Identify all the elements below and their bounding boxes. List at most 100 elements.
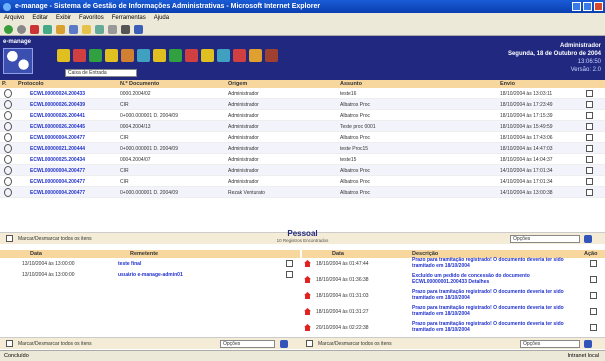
cell-protocolo[interactable]: ECWL00000024.200433: [30, 91, 85, 97]
row-checkbox[interactable]: [586, 101, 593, 108]
table-row[interactable]: ECWL00000024.200433 0000.2004/02 Adminis…: [0, 88, 605, 99]
cell-protocolo[interactable]: ECWL00000004.200477: [30, 190, 85, 196]
folder-select[interactable]: Caixa de Entrada: [65, 69, 137, 77]
row-checkbox[interactable]: [586, 167, 593, 174]
table-row[interactable]: ECWL00000004.200477 CIR Administrador Al…: [0, 165, 605, 176]
menu-item[interactable]: Arquivo: [4, 15, 24, 21]
table-row[interactable]: ECWL00000004.200477 CIR Administrador Al…: [0, 132, 605, 143]
history-icon[interactable]: [95, 24, 104, 34]
menu-item[interactable]: Editar: [32, 15, 48, 21]
options-select[interactable]: Opções: [520, 340, 580, 348]
module-icon[interactable]: [169, 49, 182, 62]
row-checkbox[interactable]: [586, 145, 593, 152]
list-item[interactable]: 18/10/2004 às 01:36:38 Excluído um pedid…: [302, 273, 605, 285]
options-select[interactable]: Opções: [220, 340, 275, 348]
close-icon[interactable]: [594, 2, 603, 11]
cell-protocolo[interactable]: ECWL00000004.200477: [30, 179, 85, 185]
table-row[interactable]: ECWL00000026.200439 CIR Administrador Al…: [0, 99, 605, 110]
search-icon[interactable]: [69, 24, 78, 34]
col-envio[interactable]: Envio: [500, 81, 515, 87]
col-assunto[interactable]: Assunto: [340, 81, 362, 87]
table-row[interactable]: ECWL00000025.200434 0004.2004/07 Adminis…: [0, 154, 605, 165]
module-icon[interactable]: [233, 49, 246, 62]
row-checkbox[interactable]: [590, 324, 597, 331]
print-icon[interactable]: [121, 24, 130, 34]
row-checkbox[interactable]: [586, 90, 593, 97]
row-checkbox[interactable]: [586, 156, 593, 163]
go-button[interactable]: [584, 340, 592, 348]
favorites-icon[interactable]: [82, 24, 91, 34]
cell-protocolo[interactable]: ECWL00000026.200445: [30, 124, 85, 130]
col-p[interactable]: P.: [2, 81, 7, 87]
edit-icon[interactable]: [134, 24, 143, 34]
item-description[interactable]: Prazo para tramitação registrado! O docu…: [412, 289, 572, 301]
module-icon[interactable]: [121, 49, 134, 62]
row-checkbox[interactable]: [586, 134, 593, 141]
refresh-icon[interactable]: [43, 24, 52, 34]
menu-item[interactable]: Exibir: [56, 15, 71, 21]
cell-protocolo[interactable]: ECWL00000025.200434: [30, 157, 85, 163]
table-row[interactable]: ECWL00000026.200445 0004.2004/13 Adminis…: [0, 121, 605, 132]
list-item[interactable]: 13/10/2004 às 13:00:00 usuário e-manage-…: [0, 269, 300, 280]
row-checkbox[interactable]: [586, 112, 593, 119]
mail-icon[interactable]: [108, 24, 117, 34]
menu-item[interactable]: Favoritos: [79, 15, 104, 21]
module-icon[interactable]: [249, 49, 262, 62]
table-row[interactable]: ECWL00000021.200444 0+000.000001 D. 2004…: [0, 143, 605, 154]
row-checkbox[interactable]: [590, 260, 597, 267]
row-checkbox[interactable]: [586, 178, 593, 185]
cell-protocolo[interactable]: ECWL00000026.200439: [30, 102, 85, 108]
row-checkbox[interactable]: [590, 276, 597, 283]
cell-protocolo[interactable]: ECWL00000004.200477: [30, 135, 85, 141]
home-icon[interactable]: [56, 24, 65, 34]
col-remetente[interactable]: Remetente: [130, 251, 158, 257]
list-item[interactable]: 18/10/2004 às 01:47:44 Prazo para tramit…: [302, 257, 605, 269]
module-icon[interactable]: [185, 49, 198, 62]
row-checkbox[interactable]: [586, 123, 593, 130]
module-icon[interactable]: [105, 49, 118, 62]
stop-icon[interactable]: [30, 24, 39, 34]
item-sender[interactable]: teste final: [118, 261, 141, 267]
module-icon[interactable]: [57, 49, 70, 62]
module-icon[interactable]: [153, 49, 166, 62]
module-icon[interactable]: [73, 49, 86, 62]
col-protocolo[interactable]: Protocolo: [18, 81, 44, 87]
row-checkbox[interactable]: [286, 271, 293, 278]
cell-protocolo[interactable]: ECWL00000004.200477: [30, 168, 85, 174]
item-description[interactable]: Prazo para tramitação registrado! O docu…: [412, 257, 572, 269]
maximize-icon[interactable]: [583, 2, 592, 11]
list-item[interactable]: 18/10/2004 às 01:31:03 Prazo para tramit…: [302, 289, 605, 301]
row-checkbox[interactable]: [586, 189, 593, 196]
module-icon[interactable]: [201, 49, 214, 62]
module-icon[interactable]: [89, 49, 102, 62]
item-sender[interactable]: usuário e-manage-admin01: [118, 272, 183, 278]
list-item[interactable]: 18/10/2004 às 01:31:27 Prazo para tramit…: [302, 305, 605, 317]
item-description[interactable]: Prazo para tramitação registrado! O docu…: [412, 321, 572, 333]
item-description[interactable]: Excluído um pedido de concessão do docum…: [412, 273, 572, 285]
menu-item[interactable]: Ferramentas: [112, 15, 146, 21]
col-acao[interactable]: Ação: [584, 251, 597, 257]
go-button[interactable]: [280, 340, 288, 348]
row-checkbox[interactable]: [286, 260, 293, 267]
cell-protocolo[interactable]: ECWL00000021.200444: [30, 146, 85, 152]
list-item[interactable]: 13/10/2004 às 13:00:00 teste final: [0, 258, 300, 269]
col-data[interactable]: Data: [332, 251, 344, 257]
col-origem[interactable]: Origem: [228, 81, 247, 87]
mark-all-checkbox[interactable]: [6, 340, 13, 347]
table-row[interactable]: ECWL00000004.200477 CIR Administrador Al…: [0, 176, 605, 187]
list-item[interactable]: 20/10/2004 às 02:22:38 Prazo para tramit…: [302, 321, 605, 333]
module-icon[interactable]: [137, 49, 150, 62]
cell-protocolo[interactable]: ECWL00000026.200441: [30, 113, 85, 119]
row-checkbox[interactable]: [590, 292, 597, 299]
module-icon[interactable]: [217, 49, 230, 62]
table-row[interactable]: ECWL00000004.200477 0+000.000001 D. 2004…: [0, 187, 605, 198]
item-description[interactable]: Prazo para tramitação registrado! O docu…: [412, 305, 572, 317]
mark-all-checkbox[interactable]: [306, 340, 313, 347]
menu-item[interactable]: Ajuda: [154, 15, 169, 21]
col-documento[interactable]: N.º Documento: [120, 81, 159, 87]
table-row[interactable]: ECWL00000026.200441 0+000.000001 D. 2004…: [0, 110, 605, 121]
forward-icon[interactable]: [17, 24, 26, 34]
back-icon[interactable]: [4, 24, 13, 34]
row-checkbox[interactable]: [590, 308, 597, 315]
module-icon[interactable]: [265, 49, 278, 62]
